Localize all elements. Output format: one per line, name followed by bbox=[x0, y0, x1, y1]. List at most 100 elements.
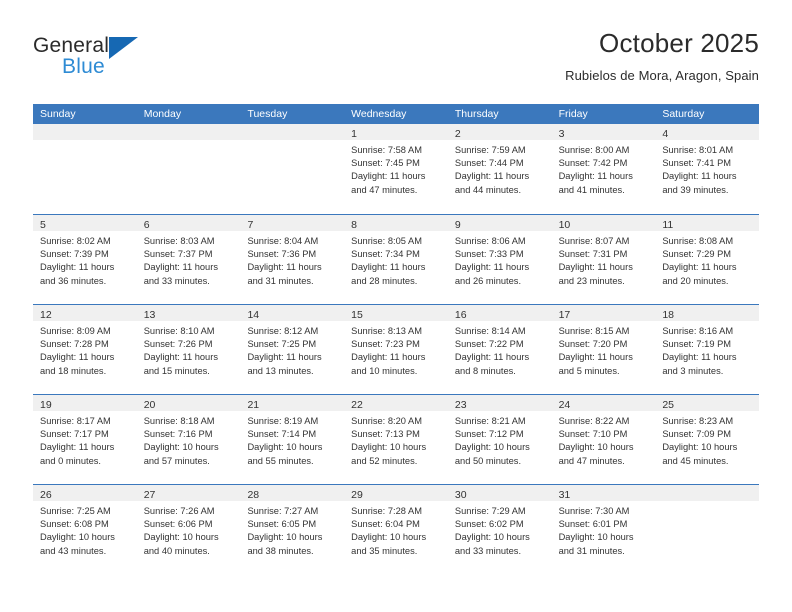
day-cell-29[interactable]: 29 Sunrise: 7:28 AM Sunset: 6:04 PM Dayligh… bbox=[344, 485, 448, 574]
daylight-line1-text: Daylight: 11 hours bbox=[247, 262, 322, 273]
day-info: Sunrise: 8:01 AM Sunset: 7:41 PM Daylight:… bbox=[655, 140, 759, 197]
day-cell-25[interactable]: 25 Sunrise: 8:23 AM Sunset: 7:09 PM Dayligh… bbox=[655, 395, 760, 484]
sunset-text: Sunset: 7:10 PM bbox=[558, 429, 628, 440]
sunrise-text: Sunrise: 8:22 AM bbox=[558, 416, 630, 426]
day-cell-14[interactable]: 14 Sunrise: 8:12 AM Sunset: 7:25 PM Dayligh… bbox=[240, 305, 345, 394]
day-cell-31[interactable]: 31 Sunrise: 7:30 AM Sunset: 6:01 PM Dayligh… bbox=[551, 485, 656, 574]
daylight-line1-text: Daylight: 10 hours bbox=[662, 442, 738, 453]
page-header: General Blue October 2025 Rubielos de Mo… bbox=[33, 28, 759, 96]
day-cell-15[interactable]: 15 Sunrise: 8:13 AM Sunset: 7:23 PM Dayligh… bbox=[344, 305, 448, 394]
day-number: 7 bbox=[247, 219, 254, 231]
day-info: Sunrise: 8:14 AM Sunset: 7:22 PM Daylight:… bbox=[448, 321, 552, 378]
daylight-line1-text: Daylight: 11 hours bbox=[662, 171, 737, 182]
sunrise-text: Sunrise: 7:30 AM bbox=[558, 506, 630, 516]
sunset-text: Sunset: 7:17 PM bbox=[40, 429, 109, 440]
day-cell-16[interactable]: 16 Sunrise: 8:14 AM Sunset: 7:22 PM Dayligh… bbox=[447, 305, 552, 394]
day-number-band: 14 bbox=[240, 305, 345, 321]
daylight-line2-text: and 40 minutes. bbox=[143, 545, 210, 556]
day-cell-empty bbox=[136, 124, 241, 214]
day-cell-3[interactable]: 3 Sunrise: 8:00 AM Sunset: 7:42 PM Daylight… bbox=[551, 124, 656, 214]
sunrise-text: Sunrise: 8:18 AM bbox=[143, 416, 215, 426]
day-cell-19[interactable]: 19 Sunrise: 8:17 AM Sunset: 7:17 PM Dayligh… bbox=[33, 395, 137, 484]
daylight-line2-text: and 52 minutes. bbox=[351, 455, 418, 466]
sunrise-text: Sunrise: 8:17 AM bbox=[40, 416, 111, 426]
calendar-grid: Sunday Monday Tuesday Wednesday Thursday Frid… bbox=[33, 104, 760, 574]
day-number: 28 bbox=[247, 489, 260, 501]
day-info: Sunrise: 8:20 AM Sunset: 7:13 PM Daylight:… bbox=[344, 411, 448, 468]
day-cell-1[interactable]: 1 Sunrise: 7:58 AM Sunset: 7:45 PM Daylight… bbox=[344, 124, 448, 214]
day-cell-5[interactable]: 5 Sunrise: 8:02 AM Sunset: 7:39 PM Daylight… bbox=[33, 215, 137, 304]
day-info: Sunrise: 8:12 AM Sunset: 7:25 PM Daylight:… bbox=[240, 321, 344, 378]
day-number-band: 29 bbox=[344, 485, 448, 501]
day-cell-26[interactable]: 26 Sunrise: 7:25 AM Sunset: 6:08 PM Dayligh… bbox=[33, 485, 137, 574]
daylight-line2-text: and 35 minutes. bbox=[351, 545, 418, 556]
day-number: 20 bbox=[143, 399, 156, 411]
day-cell-10[interactable]: 10 Sunrise: 8:07 AM Sunset: 7:31 PM Dayligh… bbox=[551, 215, 656, 304]
day-number-band: 11 bbox=[655, 215, 760, 231]
day-cell-4[interactable]: 4 Sunrise: 8:01 AM Sunset: 7:41 PM Daylight… bbox=[655, 124, 760, 214]
day-number-band: 19 bbox=[33, 395, 137, 411]
day-cell-22[interactable]: 22 Sunrise: 8:20 AM Sunset: 7:13 PM Dayligh… bbox=[344, 395, 448, 484]
daylight-line1-text: Daylight: 10 hours bbox=[143, 532, 219, 543]
day-cell-empty bbox=[655, 485, 760, 574]
day-number-band: 24 bbox=[551, 395, 656, 411]
sunset-text: Sunset: 7:16 PM bbox=[143, 429, 213, 440]
daylight-line2-text: and 3 minutes. bbox=[662, 365, 724, 376]
day-number-band bbox=[136, 124, 241, 140]
day-number: 30 bbox=[454, 489, 467, 501]
sunset-text: Sunset: 7:44 PM bbox=[454, 158, 524, 169]
general-blue-logo[interactable]: General Blue bbox=[33, 34, 213, 84]
day-cell-21[interactable]: 21 Sunrise: 8:19 AM Sunset: 7:14 PM Dayligh… bbox=[240, 395, 345, 484]
day-number: 14 bbox=[247, 309, 260, 321]
day-cell-9[interactable]: 9 Sunrise: 8:06 AM Sunset: 7:33 PM Daylight… bbox=[447, 215, 552, 304]
day-number-band: 25 bbox=[655, 395, 760, 411]
daylight-line2-text: and 45 minutes. bbox=[662, 455, 729, 466]
day-cell-12[interactable]: 12 Sunrise: 8:09 AM Sunset: 7:28 PM Dayligh… bbox=[33, 305, 137, 394]
day-cell-17[interactable]: 17 Sunrise: 8:15 AM Sunset: 7:20 PM Dayligh… bbox=[551, 305, 656, 394]
day-number: 25 bbox=[662, 399, 674, 411]
daylight-line2-text: and 55 minutes. bbox=[247, 455, 314, 466]
sunset-text: Sunset: 7:29 PM bbox=[662, 249, 732, 260]
day-cell-8[interactable]: 8 Sunrise: 8:05 AM Sunset: 7:34 PM Daylight… bbox=[344, 215, 448, 304]
sunrise-text: Sunrise: 8:06 AM bbox=[454, 236, 526, 246]
weekday-header-saturday: Saturday bbox=[662, 108, 705, 120]
day-number-band: 15 bbox=[344, 305, 448, 321]
day-number-band: 7 bbox=[240, 215, 345, 231]
day-number: 12 bbox=[40, 309, 52, 321]
day-info: Sunrise: 8:07 AM Sunset: 7:31 PM Daylight:… bbox=[552, 231, 656, 288]
page-title: October 2025 bbox=[599, 28, 759, 58]
day-number-band: 30 bbox=[447, 485, 552, 501]
daylight-line2-text: and 39 minutes. bbox=[662, 184, 729, 195]
daylight-line2-text: and 57 minutes. bbox=[143, 455, 210, 466]
day-cell-28[interactable]: 28 Sunrise: 7:27 AM Sunset: 6:05 PM Dayligh… bbox=[240, 485, 345, 574]
day-cell-24[interactable]: 24 Sunrise: 8:22 AM Sunset: 7:10 PM Dayligh… bbox=[551, 395, 656, 484]
sunrise-text: Sunrise: 7:58 AM bbox=[351, 145, 422, 155]
logo-word-blue: Blue bbox=[62, 55, 105, 78]
sunset-text: Sunset: 7:09 PM bbox=[662, 429, 732, 440]
day-cell-2[interactable]: 2 Sunrise: 7:59 AM Sunset: 7:44 PM Daylight… bbox=[447, 124, 552, 214]
day-cell-13[interactable]: 13 Sunrise: 8:10 AM Sunset: 7:26 PM Dayligh… bbox=[136, 305, 241, 394]
calendar-page: General Blue October 2025 Rubielos de Mo… bbox=[0, 0, 792, 612]
day-cell-20[interactable]: 20 Sunrise: 8:18 AM Sunset: 7:16 PM Dayligh… bbox=[136, 395, 241, 484]
daylight-line2-text: and 10 minutes. bbox=[351, 365, 418, 376]
day-cell-18[interactable]: 18 Sunrise: 8:16 AM Sunset: 7:19 PM Dayligh… bbox=[655, 305, 760, 394]
day-number-band: 17 bbox=[551, 305, 656, 321]
daylight-line2-text: and 47 minutes. bbox=[351, 184, 418, 195]
sunset-text: Sunset: 7:23 PM bbox=[351, 339, 420, 350]
sunset-text: Sunset: 6:08 PM bbox=[40, 519, 109, 530]
day-cell-23[interactable]: 23 Sunrise: 8:21 AM Sunset: 7:12 PM Dayligh… bbox=[447, 395, 552, 484]
week-row: 19 Sunrise: 8:17 AM Sunset: 7:17 PM Dayligh… bbox=[33, 394, 760, 484]
day-cell-27[interactable]: 27 Sunrise: 7:26 AM Sunset: 6:06 PM Dayligh… bbox=[136, 485, 241, 574]
day-number-band: 12 bbox=[33, 305, 137, 321]
sunrise-text: Sunrise: 8:04 AM bbox=[247, 236, 319, 246]
day-info: Sunrise: 8:06 AM Sunset: 7:33 PM Daylight:… bbox=[448, 231, 552, 288]
day-cell-6[interactable]: 6 Sunrise: 8:03 AM Sunset: 7:37 PM Daylight… bbox=[136, 215, 241, 304]
sunset-text: Sunset: 7:28 PM bbox=[40, 339, 109, 350]
sunrise-text: Sunrise: 7:59 AM bbox=[454, 145, 526, 155]
day-cell-30[interactable]: 30 Sunrise: 7:29 AM Sunset: 6:02 PM Dayligh… bbox=[447, 485, 552, 574]
daylight-line1-text: Daylight: 10 hours bbox=[558, 442, 634, 453]
day-cell-7[interactable]: 7 Sunrise: 8:04 AM Sunset: 7:36 PM Daylight… bbox=[240, 215, 345, 304]
weekday-header-sunday: Sunday bbox=[40, 108, 76, 120]
day-cell-11[interactable]: 11 Sunrise: 8:08 AM Sunset: 7:29 PM Dayligh… bbox=[655, 215, 760, 304]
day-number-band: 27 bbox=[136, 485, 241, 501]
